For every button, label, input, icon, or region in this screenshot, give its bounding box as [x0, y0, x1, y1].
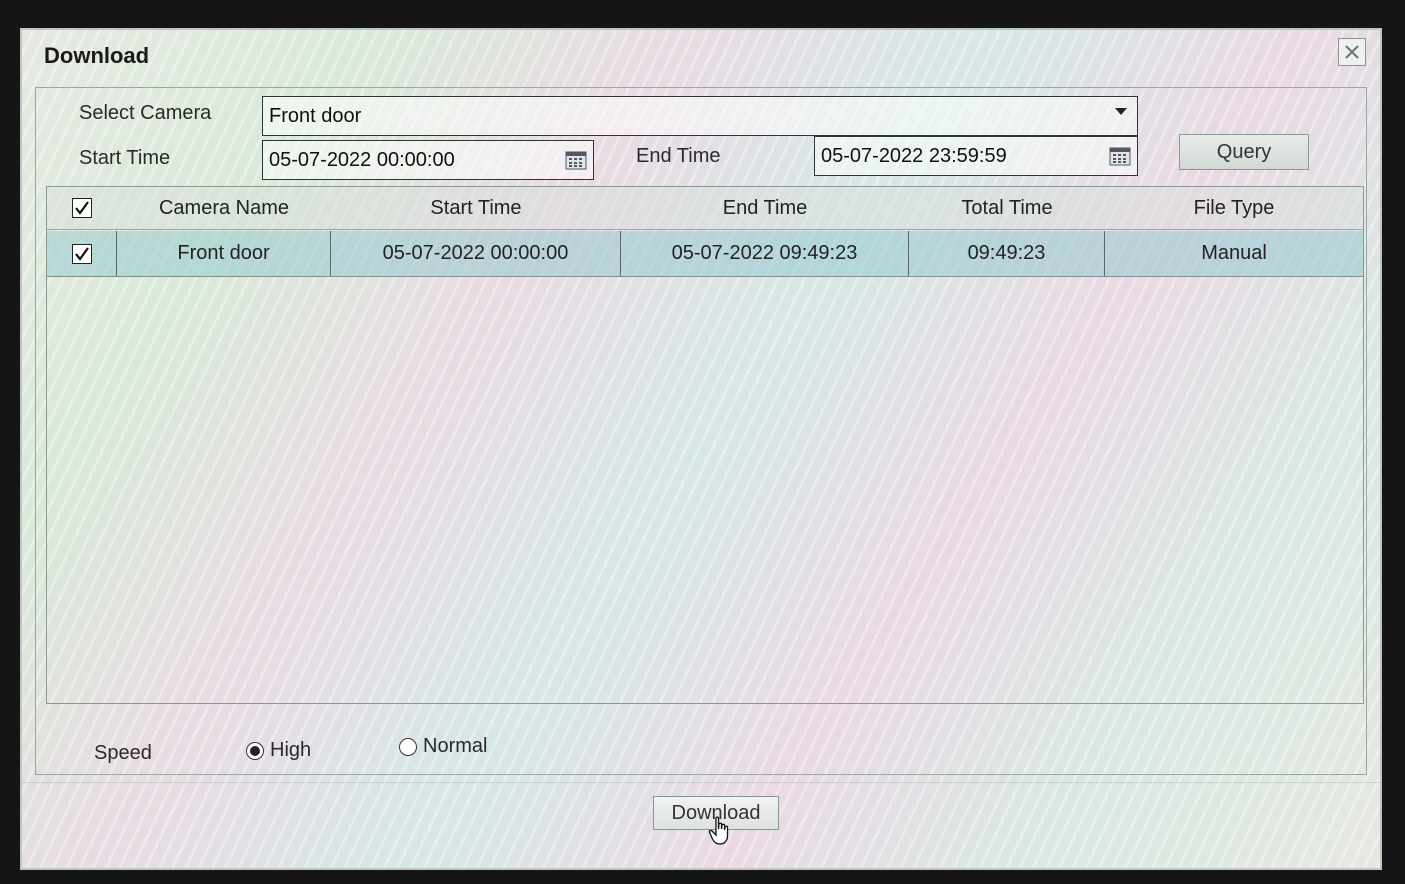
- camera-select-value: Front door: [269, 104, 362, 127]
- row-checkbox-cell: [47, 231, 117, 276]
- query-button[interactable]: Query: [1179, 134, 1309, 170]
- download-dialog: Download Select Camera Front door Start …: [22, 30, 1380, 868]
- column-header-end-time[interactable]: End Time: [621, 187, 909, 229]
- column-header-total-time[interactable]: Total Time: [909, 187, 1105, 229]
- select-all-cell: [47, 187, 117, 229]
- camera-select[interactable]: Front door: [262, 96, 1138, 136]
- dialog-title: Download: [44, 43, 150, 68]
- column-header-camera-name[interactable]: Camera Name: [117, 187, 331, 229]
- calendar-icon[interactable]: [1109, 145, 1131, 167]
- cell-start-time: 05-07-2022 00:00:00: [331, 231, 621, 276]
- close-button[interactable]: [1338, 38, 1366, 66]
- title-bar: Download: [22, 30, 1380, 84]
- footer-divider: [22, 782, 1380, 783]
- column-header-file-type[interactable]: File Type: [1105, 187, 1363, 229]
- start-time-field[interactable]: 05-07-2022 00:00:00: [262, 140, 594, 180]
- hand-cursor-icon: [708, 816, 729, 845]
- recordings-table: Camera Name Start Time End Time Total Ti…: [46, 186, 1364, 704]
- checkbox-checked-icon: [75, 201, 89, 215]
- speed-high-radio[interactable]: High: [246, 739, 311, 762]
- speed-high-label: High: [270, 739, 312, 761]
- start-time-value: 05-07-2022 00:00:00: [269, 148, 455, 171]
- end-time-field[interactable]: 05-07-2022 23:59:59: [814, 136, 1138, 176]
- end-time-value: 05-07-2022 23:59:59: [821, 144, 1007, 167]
- checkbox-checked-icon: [74, 246, 89, 261]
- radio-selected-icon: [246, 741, 264, 760]
- close-icon: [1345, 45, 1359, 59]
- row-checkbox[interactable]: [71, 243, 92, 264]
- calendar-icon[interactable]: [565, 149, 587, 171]
- select-all-checkbox[interactable]: [72, 198, 92, 218]
- start-time-label: Start Time: [79, 147, 171, 169]
- radio-unselected-icon: [399, 737, 417, 756]
- table-row[interactable]: Front door 05-07-2022 00:00:00 05-07-202…: [47, 231, 1363, 277]
- dropdown-arrow-icon: [1115, 108, 1127, 115]
- speed-normal-radio[interactable]: Normal: [399, 735, 487, 758]
- table-header: Camera Name Start Time End Time Total Ti…: [47, 187, 1363, 230]
- cell-file-type: Manual: [1201, 242, 1267, 264]
- speed-label: Speed: [94, 742, 152, 764]
- cell-total-time: 09:49:23: [909, 231, 1105, 276]
- speed-normal-label: Normal: [423, 735, 488, 757]
- cell-camera-name: Front door: [117, 231, 331, 276]
- column-header-start-time[interactable]: Start Time: [331, 187, 621, 229]
- end-time-label: End Time: [636, 145, 721, 167]
- cell-end-time: 05-07-2022 09:49:23: [621, 231, 909, 276]
- select-camera-label: Select Camera: [79, 102, 212, 124]
